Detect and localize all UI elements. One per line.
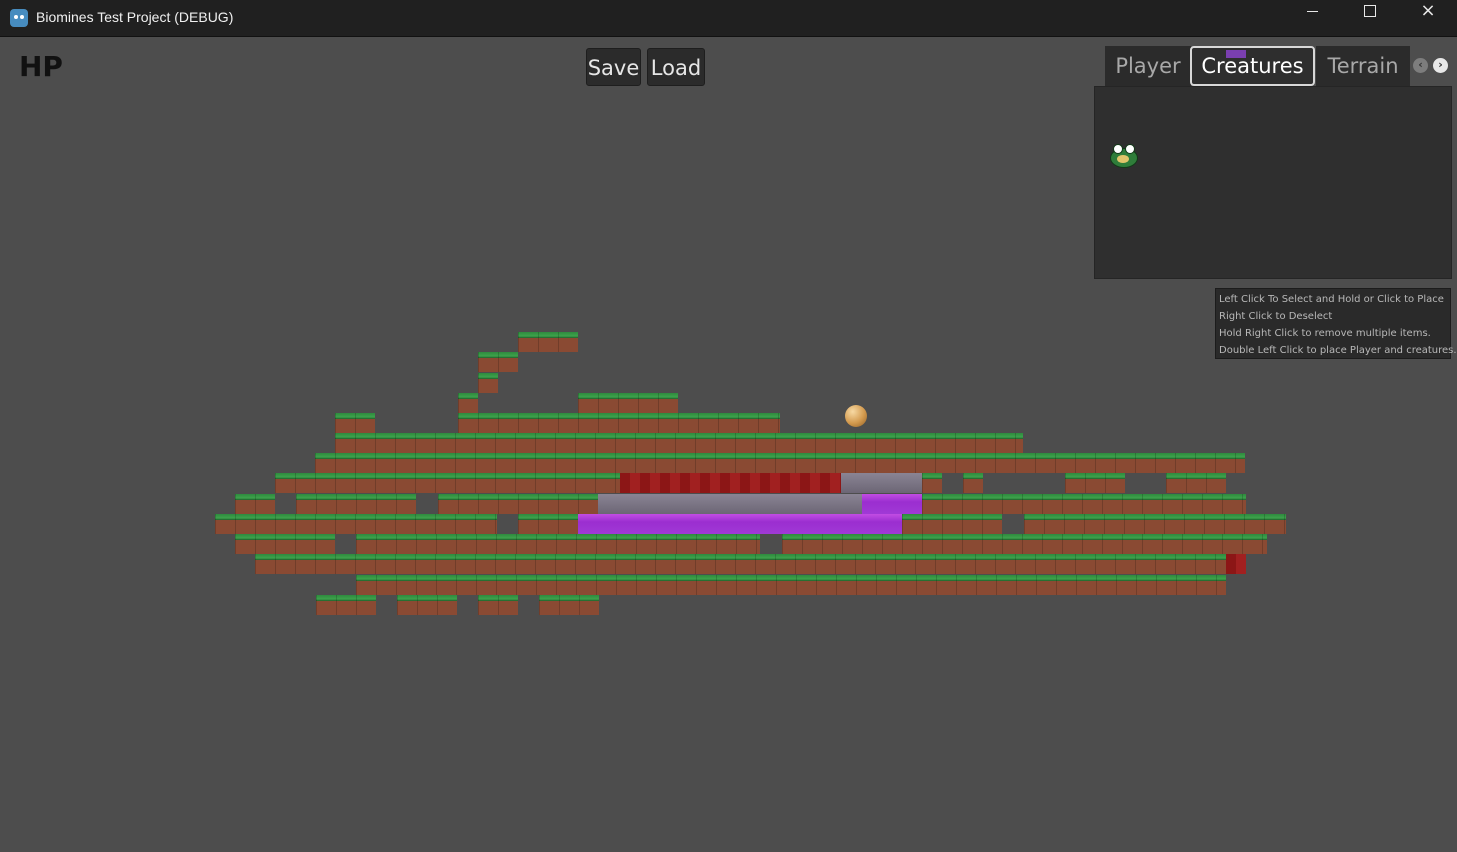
tab-scroll-left-icon[interactable]: ‹ <box>1413 58 1428 73</box>
frog-creature-icon[interactable] <box>1107 142 1139 168</box>
terrain-row <box>335 433 1023 453</box>
terrain-row <box>902 514 1002 534</box>
frog-eye <box>1125 144 1135 154</box>
terrain-row <box>478 373 498 393</box>
terrain-row <box>438 494 598 514</box>
hp-label: HP <box>19 50 63 83</box>
terrain-row <box>458 393 478 413</box>
lava-block <box>620 473 841 493</box>
terrain-row <box>235 494 275 514</box>
terrain-row <box>356 534 760 554</box>
tab-player[interactable]: Player <box>1105 46 1191 86</box>
terrain-row <box>255 554 1226 574</box>
player-character[interactable] <box>845 405 867 427</box>
terrain-row <box>539 595 599 615</box>
terrain-row <box>1024 514 1286 534</box>
toxic-liquid-block <box>862 494 922 514</box>
load-button[interactable]: Load <box>647 48 705 86</box>
terrain-row <box>356 575 1226 595</box>
terrain-row <box>235 534 335 554</box>
terrain-row <box>518 332 578 352</box>
stone-block <box>598 494 862 514</box>
frog-eye <box>1113 144 1123 154</box>
terrain-row <box>296 494 416 514</box>
tab-terrain[interactable]: Terrain <box>1316 46 1410 86</box>
terrain-row <box>963 473 983 493</box>
terrain-row <box>458 413 780 433</box>
terrain-row <box>315 453 1245 473</box>
frog-belly <box>1117 155 1129 163</box>
terrain-row <box>397 595 457 615</box>
save-button[interactable]: Save <box>586 48 641 86</box>
terrain-row <box>922 494 1246 514</box>
terrain-row <box>478 352 518 372</box>
terrain-row <box>1166 473 1226 493</box>
terrain-row <box>922 473 942 493</box>
terrain-row <box>215 514 497 534</box>
toxic-liquid-block <box>578 514 902 534</box>
help-line: Double Left Click to place Player and cr… <box>1219 345 1457 356</box>
lava-block <box>1226 554 1246 574</box>
help-line: Hold Right Click to remove multiple item… <box>1219 328 1431 339</box>
stone-block <box>841 473 922 493</box>
terrain-row <box>335 413 375 433</box>
tab-creatures[interactable]: Creatures <box>1190 46 1315 86</box>
help-line: Right Click to Deselect <box>1219 311 1333 322</box>
terrain-row <box>782 534 1267 554</box>
help-line: Left Click To Select and Hold or Click t… <box>1219 294 1444 305</box>
terrain-row <box>478 595 518 615</box>
terrain-row <box>578 393 678 413</box>
terrain-row <box>1065 473 1125 493</box>
creatures-panel <box>1094 86 1452 279</box>
terrain-row <box>275 473 620 493</box>
terrain-row <box>316 595 376 615</box>
help-tooltip: Left Click To Select and Hold or Click t… <box>1215 288 1457 359</box>
terrain-row <box>518 514 578 534</box>
tab-scroll-right-icon[interactable]: › <box>1433 58 1448 73</box>
